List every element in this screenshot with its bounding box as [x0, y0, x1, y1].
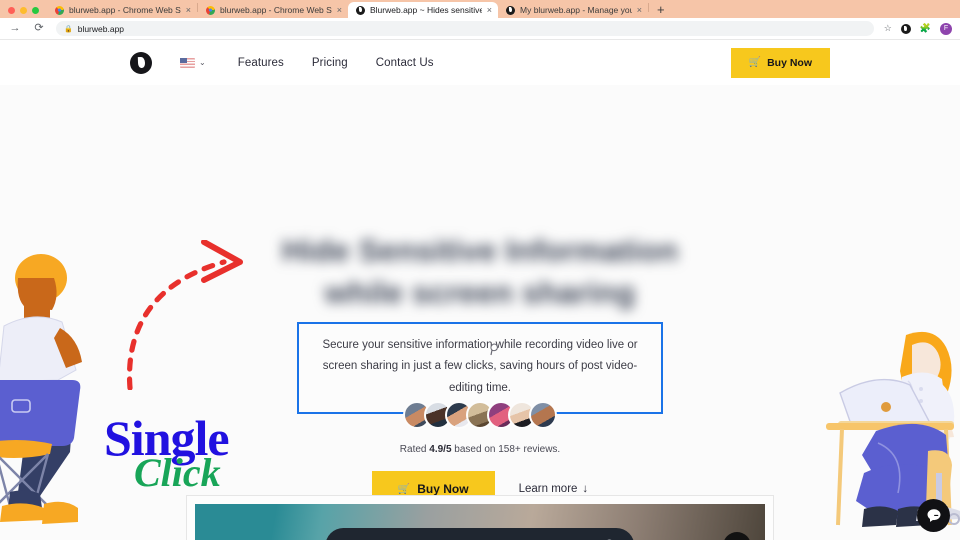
nav-item-features[interactable]: Features: [238, 57, 284, 69]
nav-item-contact-us[interactable]: Contact Us: [376, 57, 434, 69]
hero-buy-now-label: Buy Now: [417, 482, 469, 496]
maximize-window-button[interactable]: [32, 7, 39, 14]
main-nav: Features Pricing Contact Us: [238, 57, 434, 69]
close-window-button[interactable]: [8, 7, 15, 14]
shopping-cart-icon: 🛒: [748, 57, 762, 68]
hero-headline: Hide Sensitive Information while screen …: [0, 230, 960, 314]
toolbar-icon-group: ☆ 🧩 F: [884, 22, 952, 35]
close-tab-button[interactable]: ×: [186, 5, 191, 15]
browser-toolbar: → ⟳ 🔒 blurweb.app ☆ 🧩 F: [0, 18, 960, 40]
address-bar-url: blurweb.app: [77, 23, 125, 34]
blurweb-logo[interactable]: [130, 51, 152, 74]
speaker-icon[interactable]: [723, 532, 751, 540]
address-bar[interactable]: 🔒 blurweb.app: [56, 21, 874, 36]
blurweb-icon: [506, 5, 515, 15]
close-tab-button[interactable]: ×: [337, 5, 342, 15]
nav-item-pricing[interactable]: Pricing: [312, 57, 348, 69]
chevron-down-icon: ⌄: [199, 57, 206, 67]
shopping-cart-icon: 🛒: [397, 483, 411, 495]
tab-title: blurweb.app - Chrome Web Sto: [69, 5, 181, 15]
web-page: ⌄ Features Pricing Contact Us 🛒 Buy Now: [0, 40, 960, 540]
chrome-webstore-icon: [206, 5, 215, 15]
headline-line-1: Hide Sensitive Information: [281, 233, 679, 268]
arrow-down-icon: ↓: [582, 483, 589, 495]
video-editor-toolbar: Aa: [325, 528, 635, 540]
chat-bubble-icon[interactable]: [917, 499, 950, 532]
rating-value: 4.9/5: [429, 444, 452, 455]
browser-tab-1[interactable]: blurweb.app - Chrome Web Sto ×: [47, 2, 197, 18]
header-buy-now-button[interactable]: 🛒 Buy Now: [730, 47, 830, 78]
avatar: [529, 401, 557, 429]
learn-more-label: Learn more: [518, 483, 578, 495]
language-selector[interactable]: ⌄: [180, 57, 206, 68]
us-flag-icon: [180, 57, 195, 68]
extensions-puzzle-icon[interactable]: 🧩: [920, 24, 931, 33]
video-frame[interactable]: Aa: [195, 504, 765, 540]
chrome-webstore-icon: [55, 5, 64, 15]
site-header: ⌄ Features Pricing Contact Us 🛒 Buy Now: [0, 40, 960, 85]
bookmark-star-icon[interactable]: ☆: [884, 24, 892, 33]
browser-tab-bar: blurweb.app - Chrome Web Sto × blurweb.a…: [0, 0, 960, 18]
rating-prefix: Rated: [399, 444, 430, 455]
forward-button[interactable]: →: [8, 23, 22, 34]
window-traffic-lights: [0, 7, 47, 18]
blurweb-icon: [356, 5, 365, 15]
close-tab-button[interactable]: ×: [637, 5, 642, 15]
header-buy-now-label: Buy Now: [767, 56, 812, 69]
headline-line-2: while screen sharing: [324, 274, 636, 310]
video-preview-card: Aa: [186, 495, 774, 540]
reload-button[interactable]: ⟳: [32, 23, 46, 34]
tab-title: Blurweb.app ~ Hides sensitive: [370, 5, 482, 15]
browser-tab-4[interactable]: My blurweb.app - Manage your ×: [498, 2, 648, 18]
close-tab-button[interactable]: ×: [487, 5, 492, 15]
rating-suffix: based on 158+ reviews.: [451, 444, 561, 455]
tab-title: blurweb.app - Chrome Web Sto: [220, 5, 332, 15]
new-tab-button[interactable]: +: [649, 3, 673, 18]
hero-section: Hide Sensitive Information while screen …: [0, 85, 960, 527]
tab-title: My blurweb.app - Manage your: [520, 5, 632, 15]
learn-more-link[interactable]: Learn more ↓: [519, 483, 589, 495]
browser-tab-3-active[interactable]: Blurweb.app ~ Hides sensitive ×: [348, 2, 498, 18]
lock-icon: 🔒: [64, 25, 73, 33]
blurweb-extension-icon[interactable]: [900, 23, 911, 34]
minimize-window-button[interactable]: [20, 7, 27, 14]
browser-tab-2[interactable]: blurweb.app - Chrome Web Sto ×: [198, 2, 348, 18]
profile-avatar[interactable]: F: [940, 22, 952, 35]
